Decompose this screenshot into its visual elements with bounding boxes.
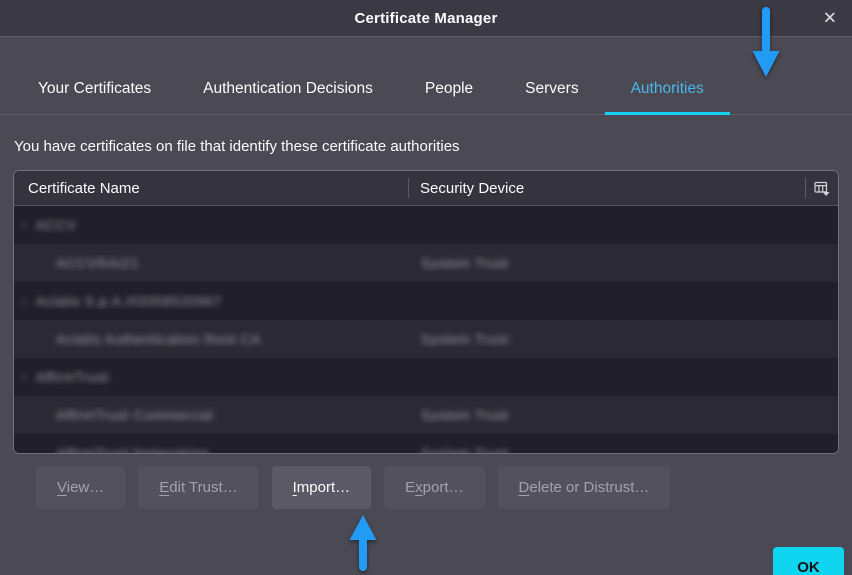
cell-certificate-name: Actalis Authentication Root CA: [14, 331, 408, 347]
titlebar: Certificate Manager ✕: [0, 0, 852, 37]
cert-row-child[interactable]: AffirmTrust Commercial System Trust: [14, 396, 838, 434]
label-text: E: [405, 479, 415, 496]
cell-certificate-name: −AffirmTrust: [14, 369, 408, 385]
certificate-tree: −ACCVACCVRAIZ1System Trust−Actalis S.p.A…: [14, 206, 838, 454]
column-header-certificate-name[interactable]: Certificate Name: [14, 171, 408, 205]
edit-trust-button[interactable]: Edit Trust…: [138, 466, 258, 509]
cert-row-child[interactable]: AffirmTrust Networking System Trust: [14, 434, 838, 454]
tab-servers[interactable]: Servers: [499, 64, 604, 114]
access-key: D: [519, 479, 530, 496]
security-device-text: System Trust: [421, 255, 509, 271]
cell-security-device: System Trust: [408, 407, 838, 423]
access-key: V: [57, 479, 67, 496]
action-button-row: View… Edit Trust… Import… Export… Delete…: [13, 466, 839, 509]
security-device-text: System Trust: [421, 331, 509, 347]
label-text: iew…: [67, 479, 105, 496]
cell-certificate-name: −Actalis S.p.A./03358520967: [14, 293, 408, 309]
dialog-title: Certificate Manager: [354, 10, 497, 27]
certificate-name-text: AffirmTrust Networking: [56, 445, 209, 454]
tab-bar: Your Certificates Authentication Decisio…: [0, 37, 852, 115]
tab-authentication-decisions[interactable]: Authentication Decisions: [177, 64, 399, 114]
cert-row-group[interactable]: −Actalis S.p.A./03358520967: [14, 282, 838, 320]
intro-text: You have certificates on file that ident…: [14, 138, 839, 155]
content-area: You have certificates on file that ident…: [0, 138, 852, 575]
twisty-collapse-icon[interactable]: −: [20, 218, 28, 233]
cert-row-group[interactable]: −AffirmTrust: [14, 358, 838, 396]
cell-certificate-name: ACCVRAIZ1: [14, 255, 408, 271]
security-device-text: System Trust: [421, 407, 509, 423]
column-header-security-device[interactable]: Security Device: [408, 171, 805, 205]
delete-or-distrust-button[interactable]: Delete or Distrust…: [498, 466, 671, 509]
label-text: elete or Distrust…: [529, 479, 649, 496]
cell-certificate-name: AffirmTrust Networking: [14, 445, 408, 454]
certificate-name-text: ACCVRAIZ1: [56, 255, 139, 271]
table-header-row: Certificate Name Security Device: [14, 171, 838, 206]
security-device-text: System Trust: [421, 445, 509, 454]
cell-security-device: System Trust: [408, 331, 838, 347]
label-text: dit Trust…: [169, 479, 237, 496]
tab-your-certificates[interactable]: Your Certificates: [12, 64, 177, 114]
ok-button[interactable]: OK: [773, 547, 844, 575]
view-button[interactable]: View…: [36, 466, 125, 509]
certificate-name-text: Actalis Authentication Root CA: [56, 331, 261, 347]
cert-row-child[interactable]: ACCVRAIZ1 System Trust: [14, 244, 838, 282]
cert-row-group[interactable]: −ACCV: [14, 206, 838, 244]
twisty-collapse-icon[interactable]: −: [20, 294, 28, 309]
column-picker-button[interactable]: [805, 171, 838, 205]
close-icon[interactable]: ✕: [820, 7, 840, 30]
certificate-manager-dialog: Certificate Manager ✕ Your Certificates …: [0, 0, 852, 575]
certificate-name-text: AffirmTrust: [36, 369, 109, 385]
certificate-name-text: Actalis S.p.A./03358520967: [36, 293, 222, 309]
column-picker-icon: [814, 181, 830, 196]
access-key: E: [159, 479, 169, 496]
certificate-table: Certificate Name Security Device −ACCVAC…: [13, 170, 839, 454]
cell-certificate-name: −ACCV: [14, 217, 408, 233]
export-button[interactable]: Export…: [384, 466, 484, 509]
certificate-name-text: AffirmTrust Commercial: [56, 407, 213, 423]
certificate-name-text: ACCV: [36, 217, 77, 233]
access-key: x: [415, 479, 423, 496]
cert-row-child[interactable]: Actalis Authentication Root CA System Tru…: [14, 320, 838, 358]
cell-security-device: System Trust: [408, 255, 838, 271]
cell-security-device: System Trust: [408, 445, 838, 454]
twisty-collapse-icon[interactable]: −: [20, 370, 28, 385]
cell-certificate-name: AffirmTrust Commercial: [14, 407, 408, 423]
import-button[interactable]: Import…: [272, 466, 372, 509]
label-text: mport…: [297, 479, 350, 496]
tab-authorities[interactable]: Authorities: [605, 64, 730, 114]
label-text: port…: [423, 479, 464, 496]
tab-people[interactable]: People: [399, 64, 499, 114]
